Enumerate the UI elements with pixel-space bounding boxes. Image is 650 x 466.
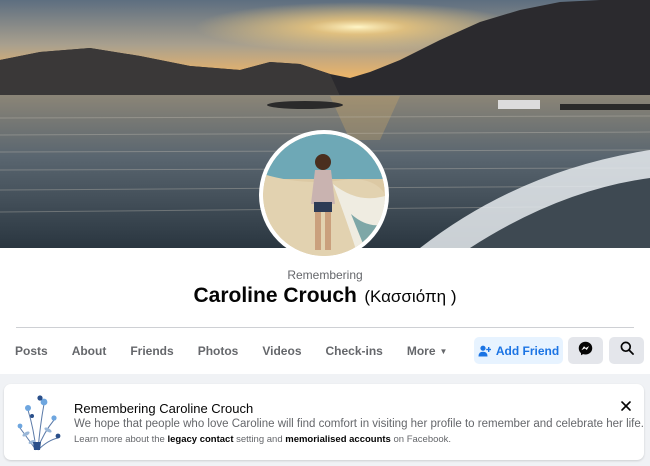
memorial-flowers-icon [14, 390, 68, 459]
legacy-contact-link[interactable]: legacy contact [167, 434, 233, 445]
learn-more-suffix: on Facebook. [390, 434, 452, 445]
tab-friends[interactable]: Friends [118, 331, 185, 371]
tab-more[interactable]: More ▼ [395, 331, 460, 372]
profile-tabs: Posts About Friends Photos Videos Check-… [0, 331, 459, 371]
memorial-learn-more: Learn more about the legacy contact sett… [74, 434, 451, 445]
memorial-body: We hope that people who love Caroline wi… [74, 418, 644, 430]
add-friend-label: Add Friend [495, 343, 560, 358]
tab-videos[interactable]: Videos [250, 331, 313, 371]
tab-photos[interactable]: Photos [186, 331, 251, 371]
profile-name-text: Caroline Crouch [193, 284, 357, 307]
search-button[interactable] [609, 337, 644, 364]
add-friend-button[interactable]: Add Friend [474, 337, 563, 364]
search-icon [620, 341, 634, 360]
close-icon[interactable] [618, 398, 634, 414]
tab-posts[interactable]: Posts [0, 331, 60, 371]
profile-alternate-name: (Κασσιόπη ) [364, 287, 457, 306]
learn-more-prefix: Learn more about the [74, 434, 168, 445]
memorial-title: Remembering Caroline Crouch [74, 401, 254, 416]
tab-more-label: More [406, 343, 436, 358]
profile-name: Caroline Crouch (Κασσιόπη ) [0, 284, 650, 308]
tab-about[interactable]: About [60, 331, 119, 371]
tab-check-ins[interactable]: Check-ins [314, 331, 395, 371]
memorialised-accounts-link[interactable]: memorialised accounts [285, 434, 391, 445]
memorial-banner: Remembering Caroline Crouch We hope that… [4, 384, 644, 460]
learn-more-middle: setting and [233, 434, 286, 445]
message-button[interactable] [568, 337, 603, 364]
caret-down-icon: ▼ [439, 346, 448, 356]
messenger-icon [578, 341, 593, 361]
add-friend-icon [478, 345, 491, 357]
header-divider [16, 327, 634, 328]
profile-picture[interactable] [259, 130, 389, 260]
remembering-label: Remembering [287, 268, 363, 282]
